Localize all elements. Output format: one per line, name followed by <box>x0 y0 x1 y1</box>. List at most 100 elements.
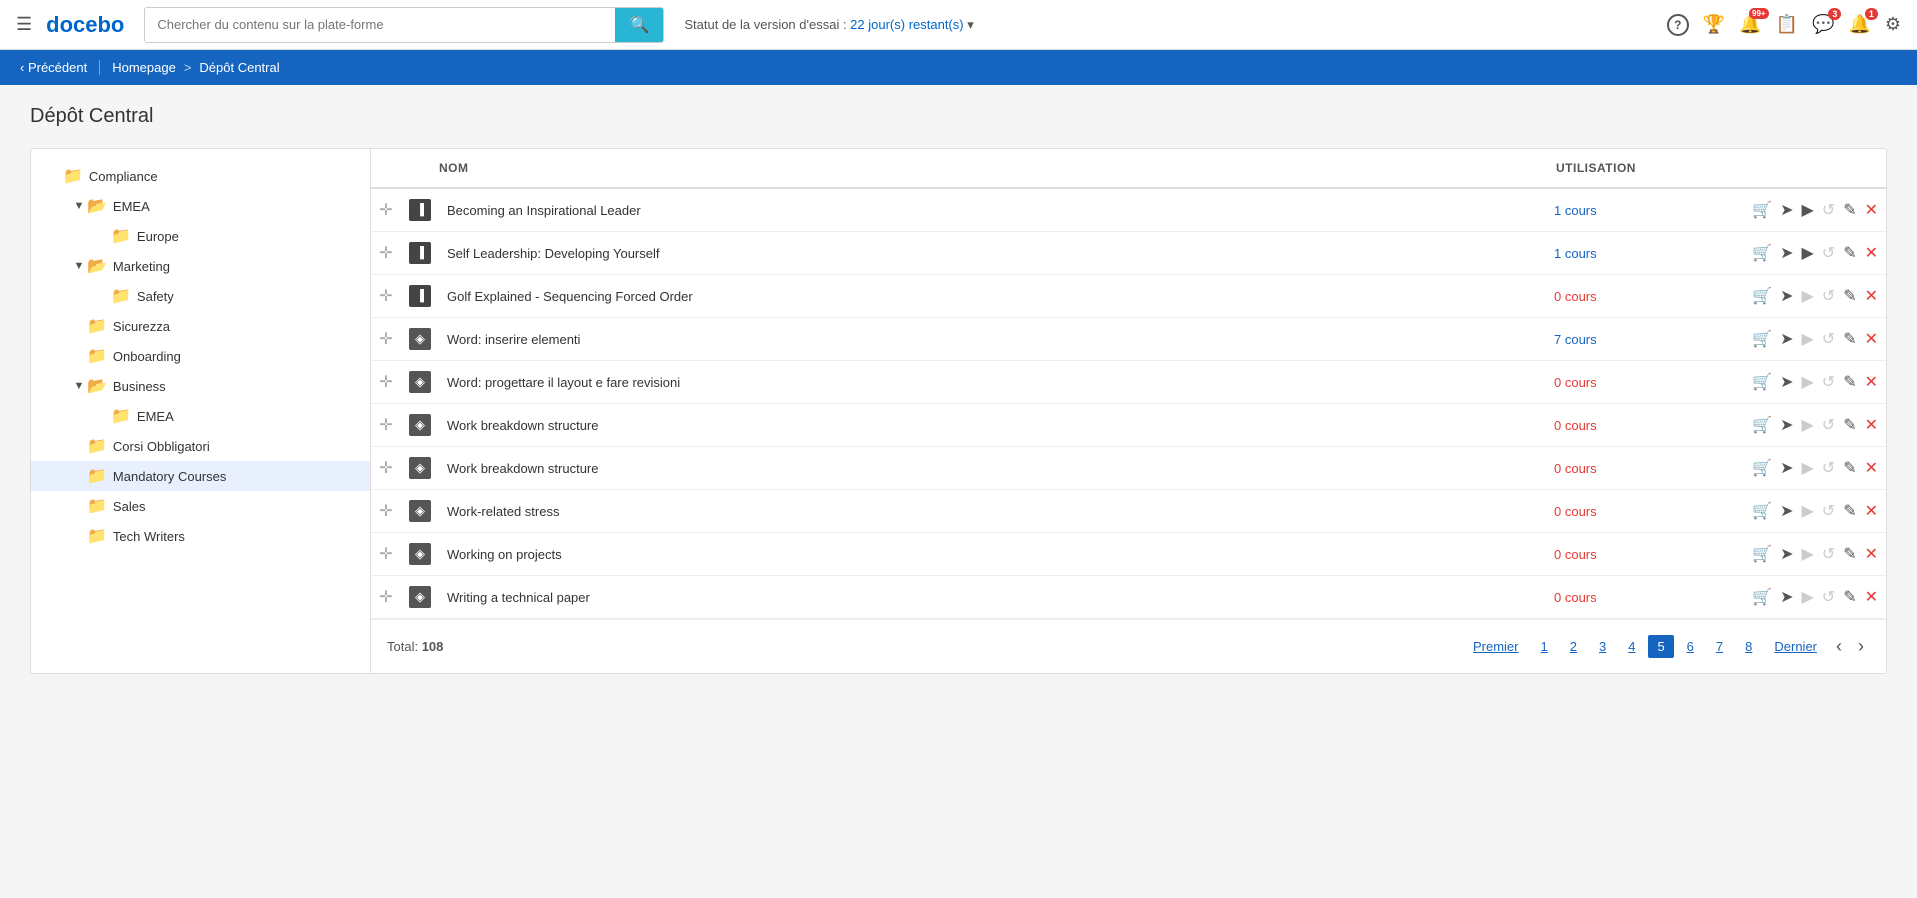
cart-icon[interactable]: 🛒 <box>1752 501 1772 521</box>
chat-icon[interactable]: 💬3 <box>1812 14 1834 35</box>
play-icon[interactable]: ▶ <box>1801 587 1813 607</box>
usage-link[interactable]: 0 cours <box>1554 461 1597 476</box>
share-icon[interactable]: ➤ <box>1780 286 1793 306</box>
drag-handle[interactable]: ✛ <box>371 275 401 318</box>
page-3-link[interactable]: 3 <box>1590 635 1615 658</box>
cart-icon[interactable]: 🛒 <box>1752 544 1772 564</box>
course-usage[interactable]: 0 cours <box>1546 275 1666 318</box>
cart-icon[interactable]: 🛒 <box>1752 243 1772 263</box>
delete-icon[interactable]: ✕ <box>1865 286 1878 306</box>
sidebar-item-emea2[interactable]: 📁 EMEA <box>31 401 370 431</box>
play-icon[interactable]: ▶ <box>1801 372 1813 392</box>
drag-handle[interactable]: ✛ <box>371 232 401 275</box>
usage-link[interactable]: 0 cours <box>1554 375 1597 390</box>
history-icon[interactable]: ↺ <box>1822 200 1835 220</box>
course-usage[interactable]: 0 cours <box>1546 490 1666 533</box>
drag-handle[interactable]: ✛ <box>371 404 401 447</box>
delete-icon[interactable]: ✕ <box>1865 372 1878 392</box>
play-icon[interactable]: ▶ <box>1801 458 1813 478</box>
play-icon[interactable]: ▶ <box>1801 501 1813 521</box>
play-icon[interactable]: ▶ <box>1801 286 1813 306</box>
sidebar-item-europe[interactable]: 📁 Europe <box>31 221 370 251</box>
course-usage[interactable]: 7 cours <box>1546 318 1666 361</box>
sidebar-item-onboarding[interactable]: 📁 Onboarding <box>31 341 370 371</box>
edit-icon[interactable]: ✎ <box>1843 200 1856 220</box>
search-input[interactable] <box>145 8 615 42</box>
share-icon[interactable]: ➤ <box>1780 415 1793 435</box>
cart-icon[interactable]: 🛒 <box>1752 415 1772 435</box>
drag-handle[interactable]: ✛ <box>371 188 401 232</box>
hamburger-icon[interactable]: ☰ <box>16 14 32 35</box>
usage-link[interactable]: 0 cours <box>1554 289 1597 304</box>
first-page-link[interactable]: Premier <box>1464 635 1528 658</box>
usage-link[interactable]: 0 cours <box>1554 547 1597 562</box>
share-icon[interactable]: ➤ <box>1780 501 1793 521</box>
tasks-icon[interactable]: 📋 <box>1776 14 1798 35</box>
back-button[interactable]: ‹ Précédent <box>20 60 100 75</box>
drag-handle[interactable]: ✛ <box>371 576 401 619</box>
cart-icon[interactable]: 🛒 <box>1752 200 1772 220</box>
usage-link[interactable]: 0 cours <box>1554 504 1597 519</box>
sidebar-item-compliance[interactable]: 📁 Compliance <box>31 161 370 191</box>
history-icon[interactable]: ↺ <box>1822 458 1835 478</box>
delete-icon[interactable]: ✕ <box>1865 415 1878 435</box>
last-page-link[interactable]: Dernier <box>1765 635 1826 658</box>
play-icon[interactable]: ▶ <box>1801 415 1813 435</box>
page-1-link[interactable]: 1 <box>1532 635 1557 658</box>
edit-icon[interactable]: ✎ <box>1843 587 1856 607</box>
share-icon[interactable]: ➤ <box>1780 458 1793 478</box>
sidebar-item-techwriters[interactable]: 📁 Tech Writers <box>31 521 370 551</box>
search-button[interactable]: 🔍 <box>615 8 663 42</box>
page-2-link[interactable]: 2 <box>1561 635 1586 658</box>
edit-icon[interactable]: ✎ <box>1843 501 1856 521</box>
usage-link[interactable]: 7 cours <box>1554 332 1597 347</box>
sidebar-item-business[interactable]: ▼ 📂 Business <box>31 371 370 401</box>
cart-icon[interactable]: 🛒 <box>1752 329 1772 349</box>
page-6-link[interactable]: 6 <box>1678 635 1703 658</box>
edit-icon[interactable]: ✎ <box>1843 544 1856 564</box>
trial-link[interactable]: 22 jour(s) restant(s) <box>850 17 963 32</box>
course-usage[interactable]: 0 cours <box>1546 576 1666 619</box>
breadcrumb-home[interactable]: Homepage <box>112 60 176 75</box>
prev-page-button[interactable]: ‹ <box>1830 634 1848 659</box>
delete-icon[interactable]: ✕ <box>1865 329 1878 349</box>
share-icon[interactable]: ➤ <box>1780 544 1793 564</box>
drag-handle[interactable]: ✛ <box>371 533 401 576</box>
sidebar-item-corsi[interactable]: 📁 Corsi Obbligatori <box>31 431 370 461</box>
page-8-link[interactable]: 8 <box>1736 635 1761 658</box>
delete-icon[interactable]: ✕ <box>1865 544 1878 564</box>
usage-link[interactable]: 1 cours <box>1554 246 1597 261</box>
delete-icon[interactable]: ✕ <box>1865 243 1878 263</box>
sidebar-item-marketing[interactable]: ▼ 📂 Marketing <box>31 251 370 281</box>
sidebar-item-emea[interactable]: ▼ 📂 EMEA <box>31 191 370 221</box>
drag-handle[interactable]: ✛ <box>371 490 401 533</box>
sidebar-item-safety[interactable]: 📁 Safety <box>31 281 370 311</box>
play-icon[interactable]: ▶ <box>1801 243 1813 263</box>
cart-icon[interactable]: 🛒 <box>1752 587 1772 607</box>
course-usage[interactable]: 0 cours <box>1546 361 1666 404</box>
edit-icon[interactable]: ✎ <box>1843 286 1856 306</box>
usage-link[interactable]: 0 cours <box>1554 590 1597 605</box>
history-icon[interactable]: ↺ <box>1822 415 1835 435</box>
course-usage[interactable]: 1 cours <box>1546 232 1666 275</box>
cart-icon[interactable]: 🛒 <box>1752 286 1772 306</box>
history-icon[interactable]: ↺ <box>1822 587 1835 607</box>
page-5-link[interactable]: 5 <box>1648 635 1673 658</box>
share-icon[interactable]: ➤ <box>1780 243 1793 263</box>
help-icon[interactable]: ? <box>1667 14 1689 36</box>
history-icon[interactable]: ↺ <box>1822 544 1835 564</box>
play-icon[interactable]: ▶ <box>1801 200 1813 220</box>
course-usage[interactable]: 1 cours <box>1546 188 1666 232</box>
edit-icon[interactable]: ✎ <box>1843 329 1856 349</box>
history-icon[interactable]: ↺ <box>1822 329 1835 349</box>
edit-icon[interactable]: ✎ <box>1843 372 1856 392</box>
course-usage[interactable]: 0 cours <box>1546 533 1666 576</box>
sidebar-item-sales[interactable]: 📁 Sales <box>31 491 370 521</box>
share-icon[interactable]: ➤ <box>1780 372 1793 392</box>
edit-icon[interactable]: ✎ <box>1843 415 1856 435</box>
page-7-link[interactable]: 7 <box>1707 635 1732 658</box>
usage-link[interactable]: 0 cours <box>1554 418 1597 433</box>
history-icon[interactable]: ↺ <box>1822 243 1835 263</box>
drag-handle[interactable]: ✛ <box>371 447 401 490</box>
edit-icon[interactable]: ✎ <box>1843 458 1856 478</box>
